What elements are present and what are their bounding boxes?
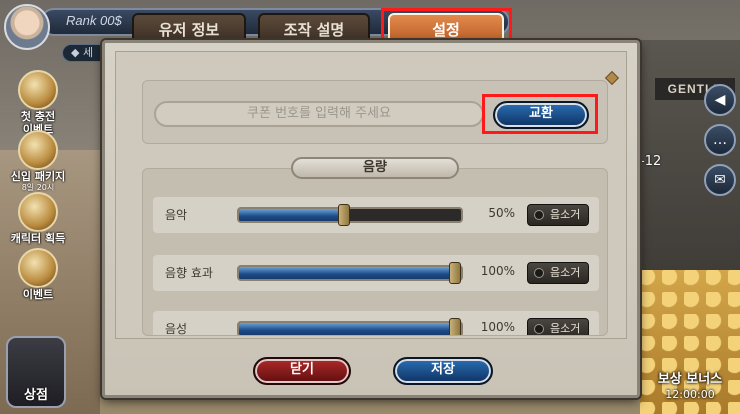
- music-volume-slider[interactable]: [237, 204, 463, 226]
- rank-label: Rank 00$: [66, 13, 122, 28]
- slider-fill: [239, 323, 461, 335]
- gem-icon: ◆: [71, 46, 80, 59]
- package-icon: [18, 130, 58, 170]
- chat-icon[interactable]: …: [704, 124, 736, 156]
- save-button[interactable]: 저장: [393, 357, 493, 385]
- mute-toggle-icon: [534, 324, 544, 334]
- reward-bonus[interactable]: 보상 보너스 12:00:00: [640, 372, 740, 402]
- volume-row-voice: 음성 100% 음소거: [153, 311, 599, 335]
- coupon-input[interactable]: 쿠폰 번호를 입력해 주세요: [154, 101, 484, 127]
- shop-label: 상점: [24, 388, 48, 403]
- voice-mute-button[interactable]: 음소거: [527, 318, 589, 335]
- event-gift-icon: [18, 248, 58, 288]
- player-avatar[interactable]: [4, 4, 50, 50]
- sfx-mute-button[interactable]: 음소거: [527, 262, 589, 284]
- right-count: -12: [640, 154, 662, 169]
- slider-knob[interactable]: [338, 204, 350, 226]
- close-button[interactable]: 닫기: [253, 357, 351, 385]
- volume-row-music: 음악 50% 음소거: [153, 197, 599, 233]
- music-mute-button[interactable]: 음소거: [527, 204, 589, 226]
- volume-section-title: 음량: [291, 157, 459, 179]
- mute-toggle-icon: [534, 268, 544, 278]
- volume-section: 음악 50% 음소거 음향 효과 100% 음소거 음성 100% 음소거: [142, 168, 608, 336]
- character-icon: [18, 192, 58, 232]
- menu-event[interactable]: 이벤트: [10, 248, 66, 301]
- megaphone-icon[interactable]: ◀: [704, 84, 736, 116]
- sfx-volume-slider[interactable]: [237, 262, 463, 284]
- slider-fill: [239, 209, 350, 221]
- voice-volume-slider[interactable]: [237, 318, 463, 335]
- menu-character-acquire[interactable]: 캐릭터 획득: [10, 192, 66, 245]
- mail-icon[interactable]: ✉: [704, 164, 736, 196]
- exchange-button-highlight: [482, 94, 598, 134]
- mute-toggle-icon: [534, 210, 544, 220]
- menu-first-charge-event[interactable]: 첫 충전 이벤트: [10, 70, 66, 136]
- slider-knob[interactable]: [449, 262, 461, 284]
- menu-newbie-package[interactable]: 신입 패키지 8일 20시: [10, 130, 66, 192]
- volume-row-sfx: 음향 효과 100% 음소거: [153, 255, 599, 291]
- first-charge-icon: [18, 70, 58, 110]
- shop-button[interactable]: 상점: [6, 336, 66, 408]
- slider-knob[interactable]: [449, 318, 461, 335]
- slider-fill: [239, 267, 461, 279]
